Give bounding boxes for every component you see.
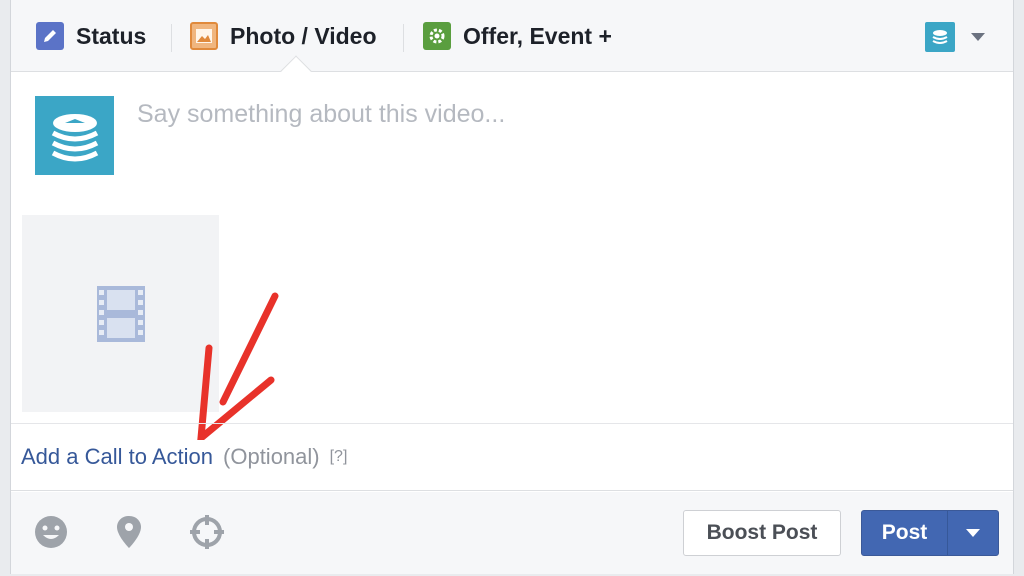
- tab-divider: [403, 24, 404, 52]
- call-to-action-row: Add a Call to Action (Optional) [?]: [11, 423, 1013, 491]
- crosshair-icon[interactable]: [189, 514, 225, 550]
- tab-status-label: Status: [76, 22, 147, 49]
- video-thumbnail[interactable]: [22, 215, 219, 412]
- smiley-icon[interactable]: [33, 514, 69, 550]
- composer-card: Status Photo / Video Offer, Event + Say …: [10, 0, 1014, 574]
- tab-offer-event[interactable]: Offer, Event +: [423, 18, 612, 54]
- location-pin-icon[interactable]: [111, 514, 147, 550]
- annotation-arrow-icon: [197, 292, 279, 440]
- boost-post-button[interactable]: Boost Post: [683, 510, 841, 556]
- tab-photo-video[interactable]: Photo / Video: [190, 18, 377, 54]
- post-options-button[interactable]: [948, 511, 998, 555]
- help-link[interactable]: [?]: [330, 448, 348, 466]
- composer-input[interactable]: [137, 96, 937, 132]
- tab-photo-video-label: Photo / Video: [230, 22, 377, 49]
- gear-icon: [423, 22, 451, 50]
- pencil-icon: [36, 22, 64, 50]
- page-avatar-icon: [925, 22, 955, 52]
- chevron-down-icon: [966, 529, 980, 537]
- composer-tabs: Status Photo / Video Offer, Event +: [11, 0, 1013, 72]
- add-call-to-action-link[interactable]: Add a Call to Action: [21, 444, 213, 470]
- tab-status[interactable]: Status: [36, 18, 146, 54]
- photo-icon: [190, 22, 218, 50]
- film-icon: [96, 285, 145, 342]
- tab-offer-event-label: Offer, Event +: [463, 22, 612, 49]
- composer-footer: Boost Post Post: [11, 492, 1013, 574]
- post-button-group: Post: [861, 510, 999, 556]
- page-selector[interactable]: [925, 22, 985, 52]
- tab-divider: [171, 24, 172, 52]
- page-avatar: [35, 96, 114, 175]
- optional-label: (Optional): [223, 444, 320, 469]
- chevron-down-icon: [971, 33, 985, 41]
- post-button[interactable]: Post: [862, 511, 948, 555]
